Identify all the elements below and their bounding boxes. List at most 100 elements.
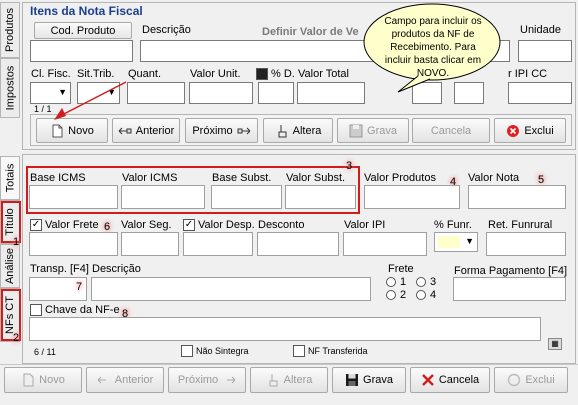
tab-analise-label: Análise bbox=[4, 247, 17, 285]
frete-option-4-radio[interactable] bbox=[416, 290, 426, 300]
valor-desp-input[interactable] bbox=[183, 232, 253, 256]
valor-seg-label: Valor Seg. bbox=[121, 219, 172, 231]
valor-total-label: Valor Total bbox=[298, 68, 349, 80]
cod-produto-label: Cod. Produto bbox=[50, 24, 116, 37]
valor-frete-checkbox[interactable]: ✓ bbox=[30, 219, 42, 231]
cod-produto-button[interactable]: Cod. Produto bbox=[34, 22, 132, 39]
main-anterior-label: Anterior bbox=[114, 374, 154, 386]
save-icon bbox=[346, 374, 359, 386]
main-cancela-button[interactable]: Cancela bbox=[410, 367, 490, 393]
tab-totais-label: Totais bbox=[4, 163, 16, 193]
base-subst-label: Base Subst. bbox=[212, 172, 272, 184]
frete-label: Frete bbox=[388, 263, 414, 275]
frete-option-3-radio[interactable] bbox=[416, 277, 426, 287]
item-proximo-button[interactable]: Próximo bbox=[185, 118, 258, 143]
annotation-3: 3 bbox=[346, 160, 353, 172]
main-proximo-button[interactable]: Próximo bbox=[168, 367, 246, 393]
chave-nfe-input[interactable] bbox=[29, 317, 541, 341]
cancel-icon bbox=[421, 374, 434, 386]
valor-icms-label: Valor ICMS bbox=[122, 172, 178, 184]
valor-desp-checkbox[interactable]: ✓ bbox=[183, 219, 195, 231]
transp-descricao-input[interactable] bbox=[91, 277, 371, 301]
nao-sintegra-checkbox[interactable] bbox=[181, 345, 193, 357]
tooltip-text: Campo para incluir os produtos da NF de … bbox=[384, 16, 482, 79]
item-exclui-label: Exclui bbox=[524, 124, 554, 137]
valor-subst-input[interactable] bbox=[285, 185, 356, 209]
main-proximo-label: Próximo bbox=[177, 374, 219, 386]
tab-produtos[interactable]: Produtos bbox=[0, 2, 20, 58]
frete-option-2-label: 2 bbox=[400, 289, 407, 301]
quant-label: Quant. bbox=[128, 68, 162, 80]
cod-produto-input[interactable] bbox=[30, 40, 133, 62]
valor-ipi-input[interactable] bbox=[343, 232, 427, 256]
pct-d-checkbox[interactable] bbox=[256, 68, 268, 80]
valor-frete-label: Valor Frete bbox=[45, 219, 99, 231]
valor-total-input[interactable] bbox=[297, 82, 365, 104]
unidade-input[interactable] bbox=[518, 40, 572, 62]
delete-icon bbox=[508, 373, 521, 387]
pct-d-label: % D. bbox=[271, 68, 295, 80]
totals-record-counter: 6 / 11 bbox=[34, 347, 56, 357]
frete-option-1-label: 1 bbox=[400, 276, 407, 288]
tab-analise[interactable]: Análise bbox=[0, 244, 20, 288]
valor-unit-input[interactable] bbox=[189, 82, 253, 104]
item-altera-label: Altera bbox=[292, 124, 322, 137]
tab-totais[interactable]: Totais bbox=[0, 156, 20, 200]
item-altera-button[interactable]: Altera bbox=[263, 118, 333, 143]
base-icms-input[interactable] bbox=[29, 185, 118, 209]
tab-impostos-label: Impostos bbox=[4, 65, 17, 111]
valor-ipi-cc-input[interactable] bbox=[508, 82, 572, 104]
main-altera-button[interactable]: Altera bbox=[250, 367, 328, 393]
item-novo-label: Novo bbox=[68, 124, 94, 137]
chave-nfe-label: Chave da NF-e bbox=[45, 304, 120, 316]
base-subst-input[interactable] bbox=[211, 185, 282, 209]
valor-unit-label: Valor Unit. bbox=[190, 68, 241, 80]
chave-nfe-checkbox[interactable] bbox=[30, 304, 42, 316]
frete-option-2-radio[interactable] bbox=[386, 290, 396, 300]
valor-ipi-cc-label: r IPI CC bbox=[508, 68, 548, 80]
transp-label: Transp. [F4] bbox=[30, 263, 89, 275]
base-icms-label: Base ICMS bbox=[30, 172, 86, 184]
item-anterior-label: Anterior bbox=[135, 124, 175, 137]
forma-pagamento-input[interactable] bbox=[453, 277, 566, 301]
calculator-icon[interactable]: ▦ bbox=[548, 338, 562, 350]
valor-icms-input[interactable] bbox=[121, 185, 205, 209]
main-grava-button[interactable]: Grava bbox=[332, 367, 406, 393]
main-anterior-button[interactable]: Anterior bbox=[86, 367, 164, 393]
unidade-label: Unidade bbox=[520, 24, 561, 36]
tooltip-arrow bbox=[54, 81, 127, 120]
main-novo-button[interactable]: Novo bbox=[4, 367, 82, 393]
item-cancela-button[interactable]: Cancela bbox=[412, 118, 490, 143]
valor-nota-label: Valor Nota bbox=[468, 172, 520, 184]
item-grava-button[interactable]: Grava bbox=[337, 118, 409, 143]
main-exclui-label: Exclui bbox=[525, 374, 555, 386]
item-exclui-button[interactable]: Exclui bbox=[494, 118, 566, 143]
valor-produtos-input[interactable] bbox=[364, 185, 460, 209]
frete-option-1-radio[interactable] bbox=[386, 277, 396, 287]
definir-valor-label: Definir Valor de Ve bbox=[262, 26, 359, 38]
valor-frete-input[interactable] bbox=[29, 232, 118, 256]
save-icon bbox=[349, 124, 363, 137]
nf-transferida-checkbox[interactable] bbox=[293, 345, 305, 357]
annotation-7: 7 bbox=[76, 281, 83, 293]
desconto-label: Desconto bbox=[258, 219, 305, 231]
pct-funr-label: % Funr. bbox=[434, 219, 472, 231]
section-title: Itens da Nota Fiscal bbox=[30, 4, 143, 18]
pct-funr-swatch bbox=[438, 236, 460, 248]
descricao-label: Descrição bbox=[142, 24, 191, 36]
pct-funr-select[interactable]: ▼ bbox=[434, 232, 478, 252]
valor-ipi-label: Valor IPI bbox=[344, 219, 386, 231]
transp-descricao-label: Descrição bbox=[92, 263, 141, 275]
valor-seg-input[interactable] bbox=[121, 232, 179, 256]
main-exclui-button[interactable]: Exclui bbox=[494, 367, 568, 393]
main-grava-label: Grava bbox=[363, 374, 393, 386]
annotation-2: 2 bbox=[13, 332, 20, 344]
ret-funrural-input[interactable] bbox=[486, 232, 566, 256]
tab-impostos[interactable]: Impostos bbox=[0, 58, 20, 118]
quant-input[interactable] bbox=[127, 82, 185, 104]
desconto-input[interactable] bbox=[257, 232, 339, 256]
item-record-counter: 1 / 1 bbox=[34, 104, 52, 114]
valor-nota-input[interactable] bbox=[468, 185, 566, 209]
pct-d-input[interactable] bbox=[258, 82, 294, 104]
annotation-1: 1 bbox=[13, 236, 20, 248]
